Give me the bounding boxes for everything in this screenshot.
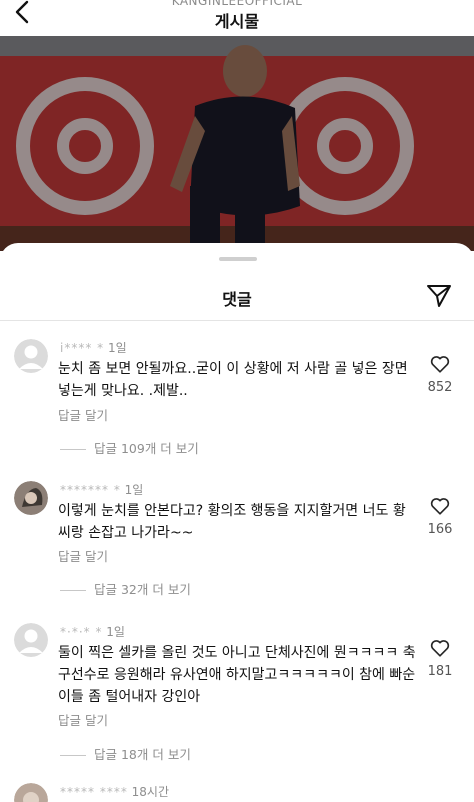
comment-username[interactable]: *·*·* * <box>60 625 102 639</box>
reply-button[interactable]: 답글 달기 <box>58 546 108 565</box>
reply-button[interactable]: 답글 달기 <box>58 710 108 729</box>
like-area: 166 <box>422 495 458 537</box>
like-area: 852 <box>422 353 458 395</box>
paper-plane-icon <box>427 285 451 307</box>
view-replies-button[interactable]: 답글 18개 더 보기 <box>60 744 191 763</box>
comment-meta: *·*·* * 1일 <box>60 623 125 640</box>
comment-text: 눈치 좀 보면 안될까요..굳이 이 상황에 저 사람 골 넣은 장면 넣는게 … <box>58 361 408 399</box>
heart-icon[interactable] <box>429 353 451 375</box>
comments-sheet: 댓글 i**** * 1일 눈치 좀 보면 안될까요..굳이 이 상황에 저 사… <box>0 243 474 802</box>
heart-icon[interactable] <box>429 637 451 659</box>
comment-time: 1일 <box>106 625 125 639</box>
avatar[interactable] <box>14 783 48 802</box>
replies-line <box>60 449 86 450</box>
photo-avatar-icon <box>14 481 48 515</box>
comment-username[interactable]: ***** **** <box>60 785 128 799</box>
replies-line <box>60 590 86 591</box>
comment-meta: ******* * 1일 <box>60 481 143 498</box>
comment-text: 둘이 찍은 셀카를 올린 것도 아니고 단체사진에 뭔ㅋㅋㅋㅋ 축구선수로 응원… <box>58 645 416 705</box>
comment-time: 18시간 <box>131 785 170 799</box>
view-replies-button[interactable]: 답글 109개 더 보기 <box>60 438 199 457</box>
comment-meta: i**** * 1일 <box>60 339 127 356</box>
share-button[interactable] <box>426 283 452 309</box>
like-count: 852 <box>427 380 453 395</box>
comment-meta: ***** **** 18시간 <box>60 783 169 800</box>
default-avatar-icon <box>14 623 48 657</box>
comment-username[interactable]: ******* * <box>60 483 121 497</box>
avatar[interactable] <box>14 623 48 657</box>
comment-username[interactable]: i**** * <box>60 341 104 355</box>
view-replies-label: 답글 18개 더 보기 <box>94 747 191 762</box>
view-replies-label: 답글 109개 더 보기 <box>94 441 199 456</box>
avatar[interactable] <box>14 481 48 515</box>
header-divider <box>0 320 474 321</box>
page-title: 게시물 <box>214 12 260 31</box>
comment-time: 1일 <box>107 341 127 355</box>
like-count: 166 <box>427 522 453 537</box>
view-replies-button[interactable]: 답글 32개 더 보기 <box>60 579 191 598</box>
drag-handle[interactable] <box>219 257 257 261</box>
reply-button[interactable]: 답글 달기 <box>58 405 108 424</box>
like-area: 181 <box>422 637 458 679</box>
default-avatar-icon <box>14 339 48 373</box>
avatar[interactable] <box>14 339 48 373</box>
account-name: KANGINLEEOFFICIAL <box>171 0 303 8</box>
comments-title: 댓글 <box>222 290 252 309</box>
heart-icon[interactable] <box>429 495 451 517</box>
view-replies-label: 답글 32개 더 보기 <box>94 582 191 597</box>
photo-avatar-icon <box>14 783 48 802</box>
like-count: 181 <box>427 664 453 679</box>
replies-line <box>60 755 86 756</box>
comment-time: 1일 <box>124 483 144 497</box>
post-image <box>0 36 474 251</box>
comment-text: 이렇게 눈치를 안본다고? 황의조 행동을 지지할거면 너도 황씨랑 손잡고 나… <box>58 503 406 541</box>
top-bar: KANGINLEEOFFICIAL 게시물 <box>0 0 474 36</box>
